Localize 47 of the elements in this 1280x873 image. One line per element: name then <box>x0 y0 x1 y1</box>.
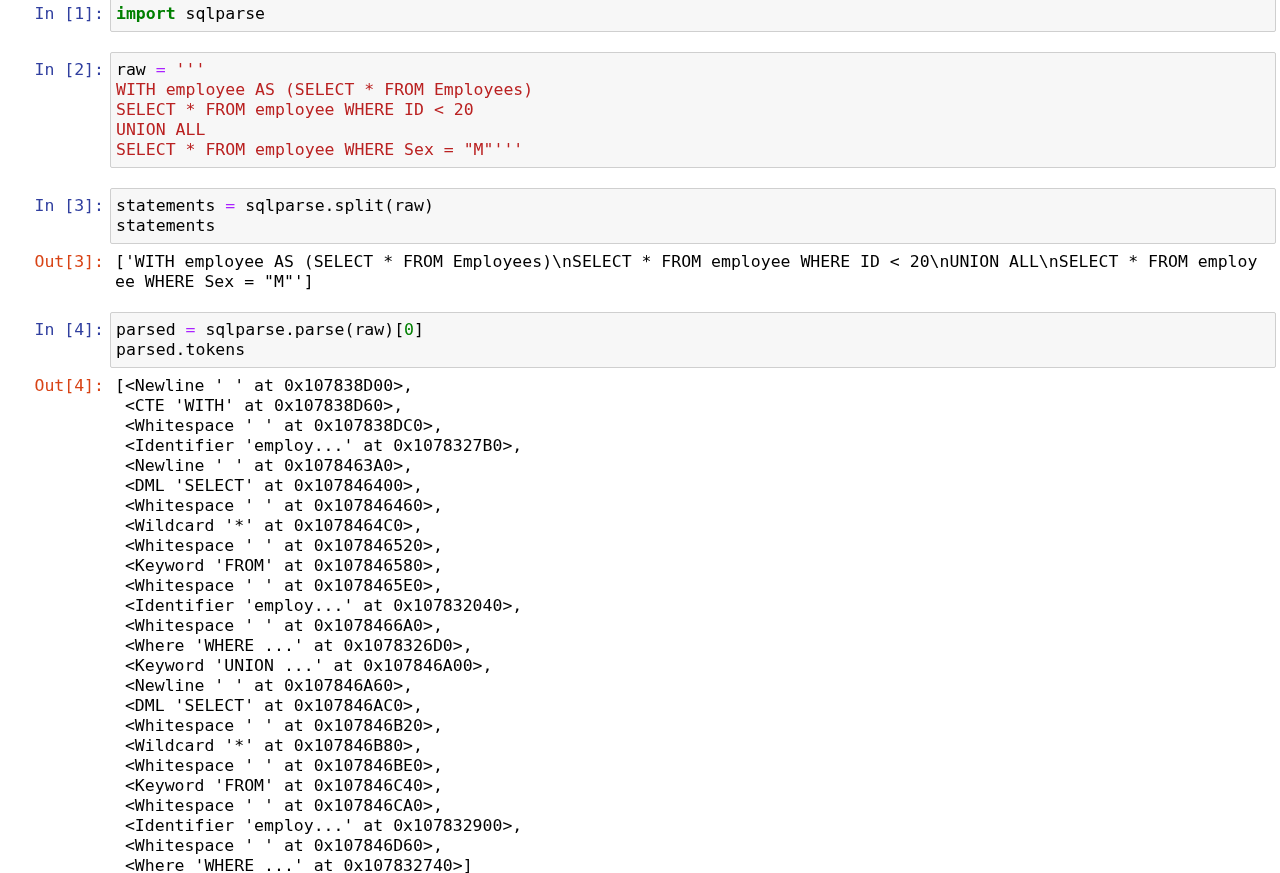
output-line: <Newline ' ' at 0x1078463A0>, <box>123 456 414 476</box>
output-line: <Keyword 'FROM' at 0x107846580>, <box>123 556 444 576</box>
output-line: <DML 'SELECT' at 0x107846400>, <box>123 476 424 496</box>
input-prompt: In [3]: <box>33 195 105 216</box>
output-line: <Wildcard '*' at 0x1078464C0>, <box>123 516 424 536</box>
output-line: <Newline ' ' at 0x107846A60>, <box>123 676 414 696</box>
output-line: <Whitespace ' ' at 0x107846460>, <box>123 496 444 516</box>
code-line: parsed.tokens <box>116 340 247 360</box>
output-prompt: Out[3]: <box>33 252 105 272</box>
output-line: <Whitespace ' ' at 0x107846BE0>, <box>123 756 444 776</box>
input-prompt: In [1]: <box>33 3 105 24</box>
code-line: SELECT * FROM employee WHERE Sex = "M"''' <box>116 140 525 160</box>
output-line: <Whitespace ' ' at 0x107846D60>, <box>123 836 444 856</box>
code-cell[interactable]: parsed = sqlparse.parse(raw)[0] parsed.tokens <box>110 312 1276 368</box>
output-line: <Whitespace ' ' at 0x1078466A0>, <box>123 616 444 636</box>
code-line: raw = ''' <box>116 60 207 80</box>
output-line: <Wildcard '*' at 0x107846B80>, <box>123 736 424 756</box>
output-line: ['WITH employee AS (SELECT * FROM Employees)\nSELECT * FROM employee WHERE ID < 20\nUNION ALL\nSELECT * FROM employ <box>115 252 1259 272</box>
code-line: statements <box>116 216 217 236</box>
code-line: UNION ALL <box>116 120 207 140</box>
code-line: WITH employee AS (SELECT * FROM Employees) <box>116 80 535 100</box>
code-line: import sqlparse <box>116 4 266 24</box>
code-cell[interactable]: statements = sqlparse.split(raw) statements <box>110 188 1276 244</box>
output-prompt: Out[4]: <box>33 376 105 396</box>
output-line: [<Newline ' ' at 0x107838D00>, <box>115 376 414 396</box>
input-prompt: In [2]: <box>33 59 105 80</box>
output-line: <Whitespace ' ' at 0x107846CA0>, <box>123 796 444 816</box>
output-line: <Identifier 'employ...' at 0x107832900>, <box>123 816 524 836</box>
code-cell[interactable]: import sqlparse <box>110 0 1276 32</box>
code-line: parsed = sqlparse.parse(raw)[0] <box>116 320 425 340</box>
output-line: <Whitespace ' ' at 0x1078465E0>, <box>123 576 444 596</box>
output-line: <Identifier 'employ...' at 0x1078327B0>, <box>123 436 524 456</box>
output-line: <Where 'WHERE ...' at 0x1078326D0>, <box>123 636 474 656</box>
output-line: <Where 'WHERE ...' at 0x107832740>] <box>123 856 474 873</box>
output-line: <Keyword 'FROM' at 0x107846C40>, <box>123 776 444 796</box>
output-line: <Identifier 'employ...' at 0x107832040>, <box>123 596 524 616</box>
input-prompt: In [4]: <box>33 319 105 340</box>
code-line: statements = sqlparse.split(raw) <box>116 196 435 216</box>
output-line: <Whitespace ' ' at 0x107846520>, <box>123 536 444 556</box>
output-line: ee WHERE Sex = "M"'] <box>115 272 315 292</box>
output-line: <CTE 'WITH' at 0x107838D60>, <box>123 396 405 416</box>
output-line: <DML 'SELECT' at 0x107846AC0>, <box>123 696 424 716</box>
output-line: <Keyword 'UNION ...' at 0x107846A00>, <box>123 656 494 676</box>
code-line: SELECT * FROM employee WHERE ID < 20 <box>116 100 475 120</box>
output-line: <Whitespace ' ' at 0x107838DC0>, <box>123 416 444 436</box>
code-cell[interactable]: raw = ''' WITH employee AS (SELECT * FROM Employees) SELECT * FROM employee WHERE ID < 20 UNION ALL SELECT * FROM employee WHERE Sex = "M"''' <box>110 52 1276 168</box>
output-line: <Whitespace ' ' at 0x107846B20>, <box>123 716 444 736</box>
